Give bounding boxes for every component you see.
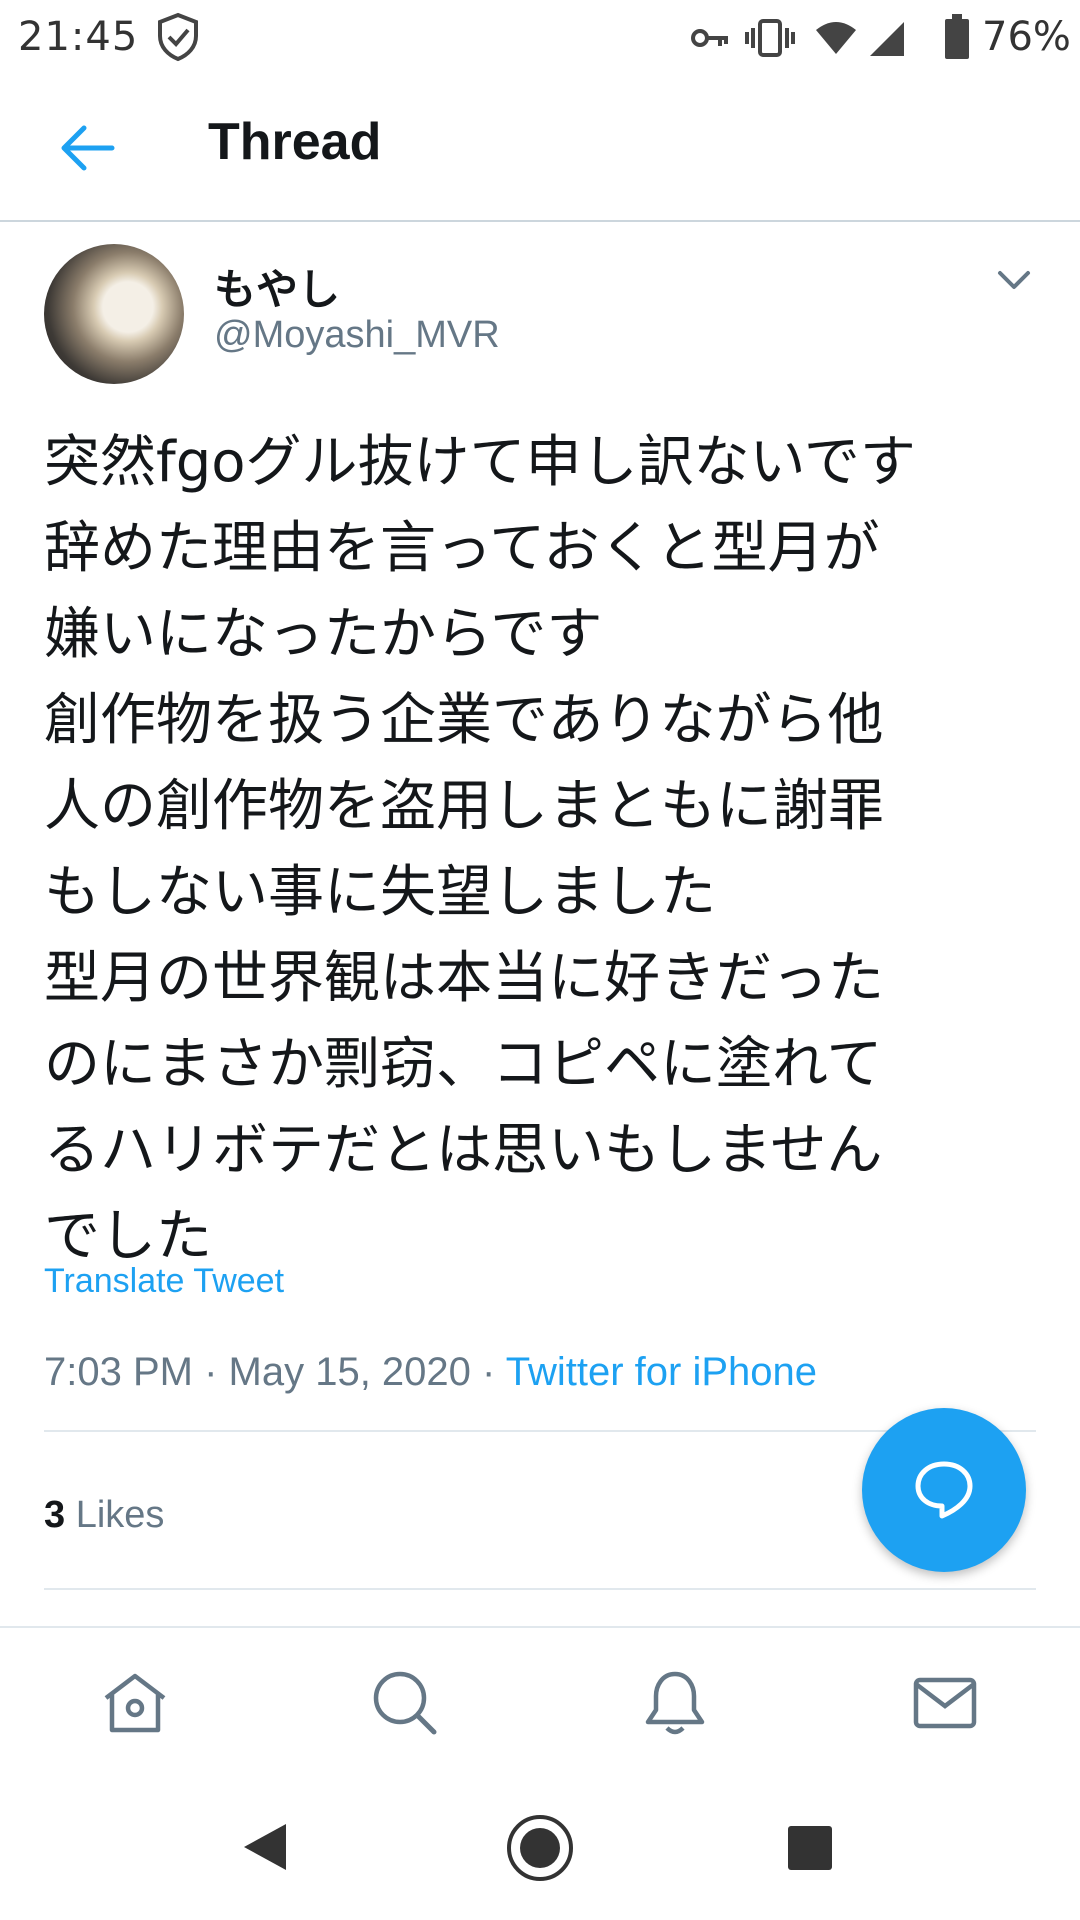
tweet-line: るハリボテだとは思いもしません <box>44 1118 883 1183</box>
mail-icon[interactable] <box>910 1668 980 1738</box>
divider <box>44 1588 1036 1590</box>
tweet-line: のにまさか剽窃、コピペに塗れて <box>44 1032 883 1097</box>
tweet-meta: 7:03 PM · May 15, 2020 · Twitter for iPh… <box>44 1350 817 1395</box>
home-icon[interactable] <box>100 1668 170 1738</box>
reply-fab-button[interactable] <box>862 1408 1026 1572</box>
cell-signal-icon <box>870 22 904 56</box>
home-circle-icon[interactable] <box>506 1814 574 1882</box>
bell-icon[interactable] <box>640 1668 710 1738</box>
tweet-time: 7:03 PM <box>44 1350 193 1394</box>
tweet-date: May 15, 2020 <box>228 1350 471 1394</box>
status-time: 21:45 <box>18 14 139 60</box>
translate-tweet-link[interactable]: Translate Tweet <box>44 1262 284 1301</box>
avatar[interactable] <box>44 244 184 384</box>
tweet-line: 創作物を扱う企業でありながら他 <box>44 688 884 753</box>
recents-square-icon[interactable] <box>786 1824 834 1872</box>
vibrate-icon <box>745 19 795 57</box>
tweet-text: 突然fgoグル抜けて申し訳ないです 辞めた理由を言っておくと型月が 嫌いになった… <box>44 420 1044 1280</box>
tweet-line: 嫌いになったからです <box>44 602 603 667</box>
vpn-key-icon <box>691 29 728 47</box>
meta-separator: · <box>204 1350 229 1394</box>
wifi-icon <box>816 22 856 54</box>
likes-count: 3 <box>44 1494 66 1536</box>
page-title: Thread <box>208 113 382 171</box>
likes-stat[interactable]: 3 Likes <box>44 1494 164 1537</box>
thread-header: Thread <box>0 76 1080 222</box>
search-icon[interactable] <box>370 1668 440 1738</box>
chevron-down-icon[interactable] <box>996 268 1032 292</box>
system-nav-bar <box>0 1776 1080 1920</box>
meta-separator: · <box>482 1350 506 1394</box>
arrow-left-icon[interactable] <box>56 122 116 174</box>
battery-icon <box>945 14 969 59</box>
tweet-line: 辞めた理由を言っておくと型月が <box>44 516 880 581</box>
display-name[interactable]: もやし <box>214 256 340 317</box>
likes-label: Likes <box>75 1494 165 1536</box>
bottom-tab-bar <box>0 1626 1080 1778</box>
tweet-line: 型月の世界観は本当に好きだった <box>44 946 884 1011</box>
reply-bubble-icon <box>915 1461 973 1519</box>
battery-percent: 76% <box>982 14 1071 60</box>
shield-check-icon <box>158 12 198 62</box>
back-triangle-icon[interactable] <box>242 1822 288 1872</box>
status-bar: 21:45 76% <box>0 0 1080 76</box>
user-handle[interactable]: @Moyashi_MVR <box>214 314 500 357</box>
tweet-source-link[interactable]: Twitter for iPhone <box>506 1350 817 1394</box>
tweet-line: 突然fgoグル抜けて申し訳ないです <box>44 430 916 495</box>
tweet-line: 人の創作物を盗用しまともに謝罪 <box>44 774 884 839</box>
tweet-line: もしない事に失望しました <box>44 860 716 925</box>
